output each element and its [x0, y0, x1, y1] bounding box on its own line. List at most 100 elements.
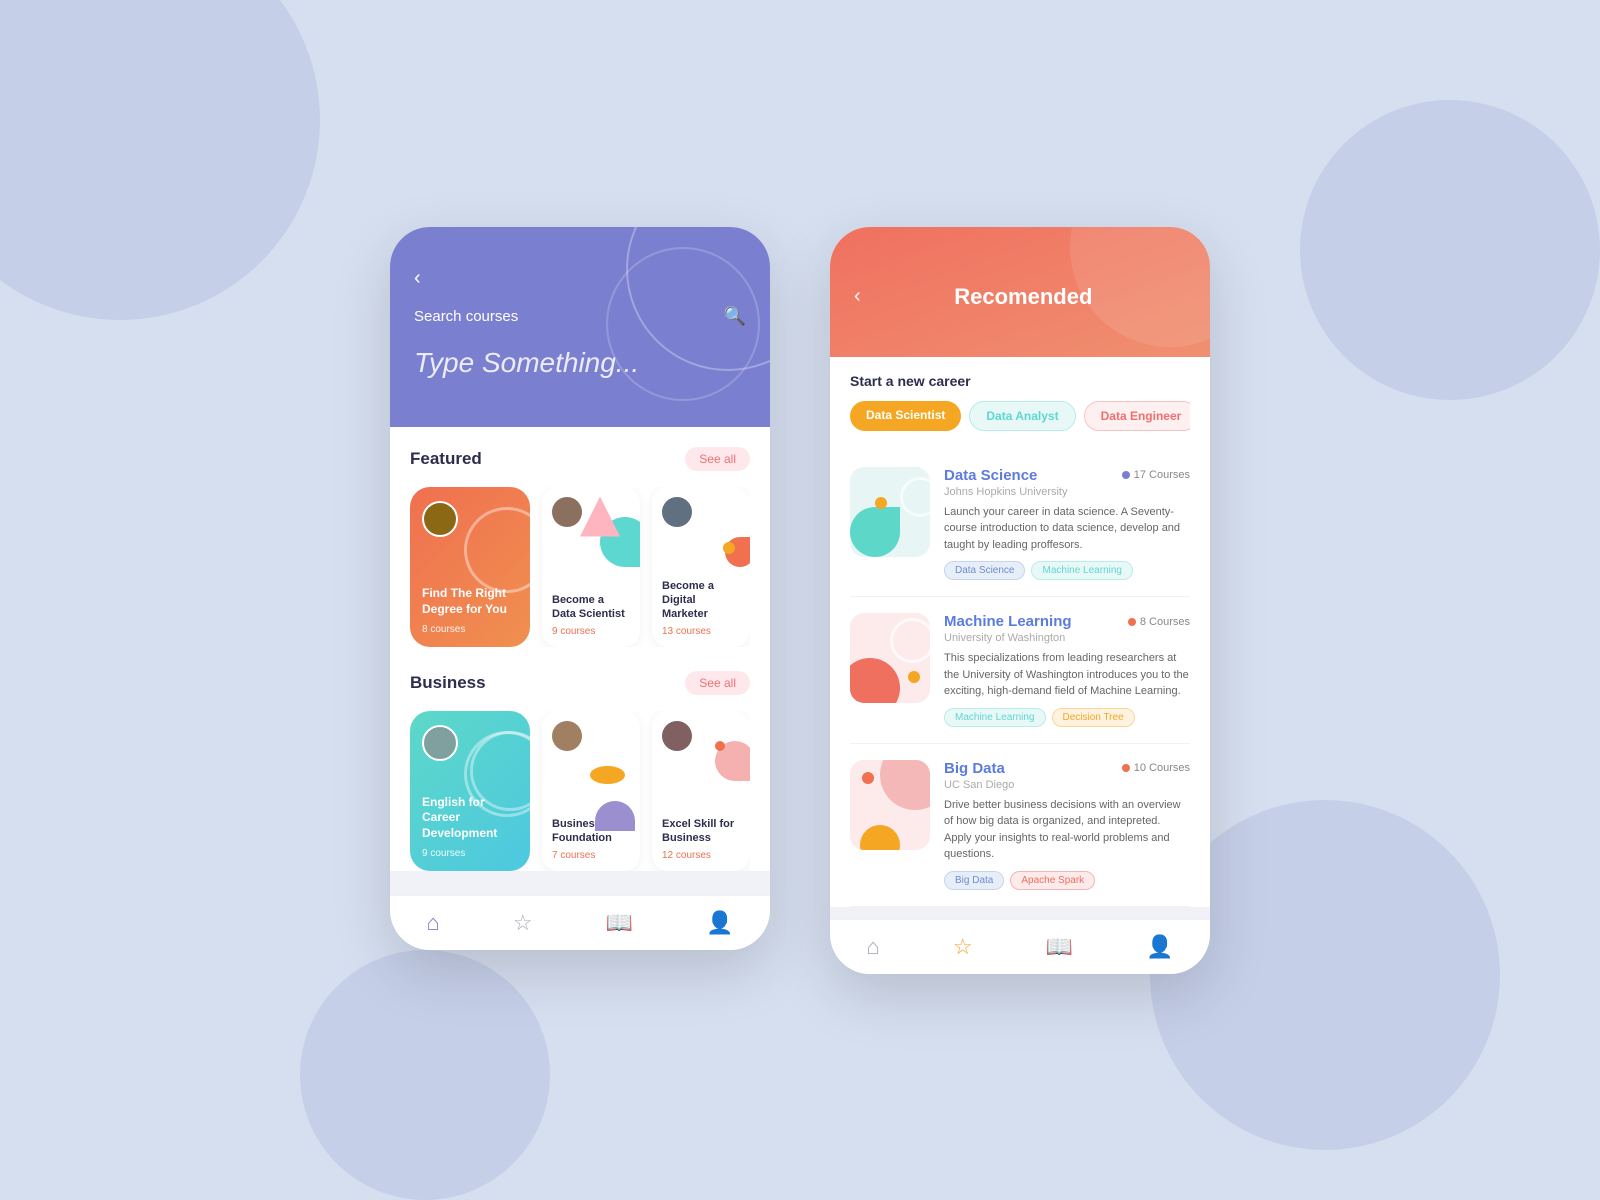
avatar: [422, 501, 458, 537]
left-phone-body: Featured See all Find The Right Degree f…: [390, 427, 770, 871]
shape-pink: [580, 497, 620, 537]
shape-orange-dot: [723, 542, 735, 554]
business-card-2[interactable]: Excel Skill for Business 12 courses: [652, 711, 750, 871]
career-tags-row: Data Scientist Data Analyst Data Enginee…: [850, 401, 1190, 431]
avatar: [422, 725, 458, 761]
course-item-0[interactable]: Data Science 17 Courses Johns Hopkins Un…: [850, 451, 1190, 598]
course-uni: UC San Diego: [944, 779, 1190, 791]
featured-card-1[interactable]: Become a Data Scientist 9 courses: [542, 487, 640, 647]
course-desc: Launch your career in data science. A Se…: [944, 504, 1190, 554]
shape-arc: [595, 801, 635, 831]
thumb-dot: [908, 671, 920, 683]
phones-container: ‹ Search courses 🔍 Type Something... Fea…: [390, 167, 1210, 1034]
tag-data-engineer[interactable]: Data Engineer: [1084, 401, 1190, 431]
nav-profile[interactable]: 👤: [1146, 934, 1173, 960]
search-header: ‹ Search courses 🔍 Type Something...: [390, 227, 770, 427]
business-see-all[interactable]: See all: [685, 671, 750, 695]
card-title-sm: Become a Data Scientist: [552, 593, 630, 622]
featured-card-2[interactable]: Become a Digital Marketer 13 courses: [652, 487, 750, 647]
business-card-0[interactable]: English for Career Development 9 courses: [410, 711, 530, 871]
avatar-sm: [662, 721, 692, 751]
nav-home[interactable]: ⌂: [867, 934, 880, 960]
thumb-shape: [850, 507, 900, 557]
featured-section-header: Featured See all: [410, 447, 750, 471]
course-count: 10 Courses: [1122, 762, 1190, 774]
nav-bookmark[interactable]: ☆: [953, 934, 973, 960]
left-phone: ‹ Search courses 🔍 Type Something... Fea…: [390, 227, 770, 950]
ctag-1[interactable]: Decision Tree: [1052, 708, 1135, 727]
card-title-sm: Excel Skill for Business: [662, 817, 740, 846]
dot-indicator: [1122, 764, 1130, 772]
card-courses-sm: 12 courses: [662, 850, 740, 861]
course-name: Data Science: [944, 467, 1037, 484]
ctag-0[interactable]: Machine Learning: [944, 708, 1046, 727]
business-card-1[interactable]: Business Foundation 7 courses: [542, 711, 640, 871]
search-placeholder[interactable]: Type Something...: [414, 347, 746, 379]
tag-data-scientist[interactable]: Data Scientist: [850, 401, 961, 431]
ctag-0[interactable]: Data Science: [944, 561, 1025, 580]
thumb-dot: [875, 497, 887, 509]
avatar-sm: [552, 497, 582, 527]
right-phone: ‹ Recomended Start a new career Data Sci…: [830, 227, 1210, 974]
course-item-2[interactable]: Big Data 10 Courses UC San Diego Drive b…: [850, 744, 1190, 907]
course-name: Machine Learning: [944, 613, 1072, 630]
course-tags: Data Science Machine Learning: [944, 561, 1190, 580]
ctag-0[interactable]: Big Data: [944, 871, 1004, 890]
card-circle-deco: [470, 731, 530, 811]
tag-data-analyst[interactable]: Data Analyst: [969, 401, 1075, 431]
thumb-shape: [850, 658, 900, 703]
featured-card-0[interactable]: Find The Right Degree for You 8 courses: [410, 487, 530, 647]
course-thumb-1: [850, 613, 930, 703]
right-phone-body: Start a new career Data Scientist Data A…: [830, 357, 1210, 907]
rec-header: ‹ Recomended: [830, 227, 1210, 357]
nav-book[interactable]: 📖: [1046, 934, 1073, 960]
course-item-1[interactable]: Machine Learning 8 Courses University of…: [850, 597, 1190, 744]
avatar-sm: [662, 497, 692, 527]
nav-profile[interactable]: 👤: [706, 910, 733, 936]
thumb-shape: [880, 760, 930, 810]
thumb-dot: [862, 772, 874, 784]
course-tags: Machine Learning Decision Tree: [944, 708, 1190, 727]
left-bottom-nav: ⌂ ☆ 📖 👤: [390, 895, 770, 950]
course-desc: Drive better business decisions with an …: [944, 797, 1190, 863]
back-button[interactable]: ‹: [414, 267, 421, 290]
card-courses: 9 courses: [422, 848, 518, 859]
ctag-1[interactable]: Machine Learning: [1031, 561, 1133, 580]
card-courses-sm: 9 courses: [552, 626, 630, 637]
card-courses-sm: 13 courses: [662, 626, 740, 637]
right-bottom-nav: ⌂ ☆ 📖 👤: [830, 919, 1210, 974]
search-label: Search courses: [414, 308, 518, 325]
thumb-circle: [900, 477, 930, 517]
rec-title: Recomended: [861, 284, 1186, 310]
course-tags: Big Data Apache Spark: [944, 871, 1190, 890]
business-cards-row: English for Career Development 9 courses…: [410, 711, 750, 871]
course-uni: University of Washington: [944, 632, 1190, 644]
course-name: Big Data: [944, 760, 1005, 777]
course-desc: This specializations from leading resear…: [944, 650, 1190, 700]
card-title: Find The Right Degree for You: [422, 586, 518, 617]
featured-see-all[interactable]: See all: [685, 447, 750, 471]
thumb-circle: [890, 618, 930, 663]
nav-book[interactable]: 📖: [606, 910, 633, 936]
course-count: 8 Courses: [1128, 616, 1190, 628]
shape-dot: [590, 766, 625, 784]
card-courses: 8 courses: [422, 624, 518, 635]
featured-title: Featured: [410, 449, 482, 469]
dot-indicator: [1128, 618, 1136, 626]
search-icon[interactable]: 🔍: [724, 306, 746, 327]
nav-home[interactable]: ⌂: [427, 910, 440, 936]
featured-cards-row: Find The Right Degree for You 8 courses …: [410, 487, 750, 647]
business-title: Business: [410, 673, 486, 693]
career-label: Start a new career: [850, 373, 1190, 389]
ctag-1[interactable]: Apache Spark: [1010, 871, 1095, 890]
shape-dot-red: [715, 741, 725, 751]
nav-bookmark[interactable]: ☆: [513, 910, 533, 936]
course-thumb-2: [850, 760, 930, 850]
rec-back-button[interactable]: ‹: [854, 285, 861, 308]
bg-blob-top-right: [1300, 100, 1600, 400]
course-thumb-0: [850, 467, 930, 557]
card-title-sm: Become a Digital Marketer: [662, 579, 740, 622]
avatar-sm: [552, 721, 582, 751]
card-courses-sm: 7 courses: [552, 850, 630, 861]
thumb-shape2: [860, 825, 900, 850]
